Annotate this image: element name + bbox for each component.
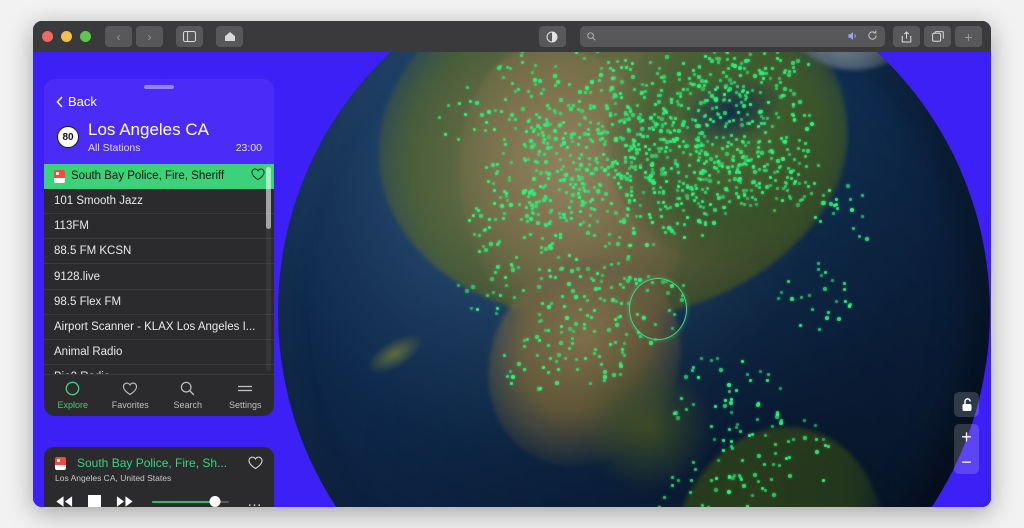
list-scrollbar-thumb[interactable] (266, 166, 271, 229)
chevron-left-icon (56, 96, 63, 107)
station-list-item[interactable]: Airport Scanner - KLAX Los Angeles I... (44, 315, 274, 340)
reader-contrast-icon[interactable] (538, 26, 566, 47)
new-tab-button[interactable]: + (955, 26, 982, 47)
unlock-icon[interactable] (954, 392, 979, 417)
station-list-panel: South Bay Police, Fire, Sheriff 101 Smoot… (44, 163, 274, 374)
rewind-button[interactable] (55, 495, 74, 507)
player-station-title: South Bay Police, Fire, Sh... (77, 456, 228, 470)
browser-titlebar: ‹ › + (33, 21, 991, 52)
player-panel: South Bay Police, Fire, Sh... Los Angele… (44, 447, 274, 507)
station-list[interactable]: South Bay Police, Fire, Sheriff 101 Smoot… (44, 163, 274, 374)
station-name: 88.5 FM KCSN (54, 245, 132, 258)
player-controls: … (55, 494, 263, 507)
station-name: 113FM (54, 220, 89, 233)
station-name: South Bay Police, Fire, Sheriff (71, 170, 225, 183)
station-list-item[interactable]: 9128.live (44, 264, 274, 290)
station-markers (278, 52, 990, 507)
tab-explore[interactable]: Explore (44, 380, 102, 410)
reload-icon[interactable] (867, 28, 878, 46)
search-icon (586, 32, 596, 41)
station-count-badge: 80 (57, 126, 79, 149)
close-window-button[interactable] (42, 31, 53, 42)
station-name: Bia2 Radio (54, 371, 265, 373)
share-icon[interactable] (893, 26, 920, 47)
station-list-item[interactable]: 113FM (44, 214, 274, 240)
station-list-item[interactable]: 98.5 Flex FM (44, 290, 274, 315)
sidebar-card: Back 80 Los Angeles CA All Stations 23:0… (44, 79, 274, 416)
globe[interactable] (278, 52, 990, 507)
tab-label: Favorites (111, 399, 149, 410)
tab-bar: Explore Favorites Search Settings (44, 373, 275, 416)
station-name: 9128.live (54, 270, 101, 283)
circle-icon (65, 380, 80, 398)
back-nav[interactable]: Back (44, 94, 274, 112)
list-scrollbar[interactable] (266, 166, 271, 371)
fast-forward-button[interactable] (115, 495, 134, 507)
home-icon[interactable] (216, 26, 243, 47)
location-subtitle: All Stations (88, 141, 141, 154)
speaker-mute-icon[interactable] (848, 28, 860, 46)
browser-window: ‹ › + + − Back 80 Los Angeles CA All Sta… (33, 21, 991, 507)
address-bar[interactable] (579, 26, 885, 47)
maximize-window-button[interactable] (80, 31, 91, 42)
map-controls: + − (954, 392, 979, 474)
page-title: Los Angeles CA (88, 120, 209, 139)
address-input[interactable] (595, 30, 848, 43)
sidebar-toggle-icon[interactable] (176, 26, 203, 47)
map-content: + − Back 80 Los Angeles CA All Stations … (33, 52, 991, 507)
station-name: Airport Scanner - KLAX Los Angeles I... (54, 320, 256, 333)
sidebar: Back 80 Los Angeles CA All Stations 23:0… (44, 79, 274, 416)
back-button[interactable]: ‹ (105, 26, 132, 47)
station-logo-icon (54, 169, 65, 183)
tab-label: Settings (228, 399, 262, 410)
station-list-item[interactable]: Animal Radio (44, 340, 274, 366)
location-selection-circle[interactable] (629, 278, 687, 340)
zoom-out-button[interactable]: − (954, 449, 979, 474)
location-header: 80 Los Angeles CA All Stations 23:00 (44, 112, 274, 164)
station-name: Animal Radio (54, 346, 123, 359)
station-list-item[interactable]: 88.5 FM KCSN (44, 239, 274, 265)
tab-label: Explore (57, 399, 88, 410)
station-name: 98.5 Flex FM (54, 295, 122, 308)
window-controls (42, 31, 91, 42)
stop-button[interactable] (88, 495, 101, 507)
tab-search[interactable]: Search (159, 380, 217, 410)
tab-settings[interactable]: Settings (217, 380, 275, 410)
tab-label: Search (173, 399, 203, 410)
tab-favorites[interactable]: Favorites (102, 380, 160, 410)
back-label: Back (68, 94, 97, 109)
search-icon (180, 380, 195, 398)
menu-lines-icon (237, 380, 253, 398)
favorite-heart-icon[interactable] (242, 456, 263, 475)
player-station-location: Los Angeles CA, United States (55, 473, 172, 483)
zoom-controls: + − (954, 424, 979, 474)
favorite-heart-icon[interactable] (251, 168, 265, 184)
minimize-window-button[interactable] (61, 31, 72, 42)
forward-button[interactable]: › (136, 26, 163, 47)
more-options-button[interactable]: … (247, 494, 263, 507)
heart-icon (122, 380, 138, 398)
station-logo-icon (55, 456, 66, 470)
sidebar-drag-handle[interactable] (44, 79, 274, 94)
zoom-in-button[interactable]: + (954, 424, 979, 449)
tab-overview-icon[interactable] (924, 26, 951, 47)
station-list-item[interactable]: Bia2 Radio (44, 365, 274, 373)
volume-slider[interactable] (152, 495, 229, 507)
station-list-item[interactable]: South Bay Police, Fire, Sheriff (44, 163, 274, 189)
station-name: 101 Smooth Jazz (54, 194, 143, 207)
local-time: 23:00 (235, 141, 262, 154)
station-list-item[interactable]: 101 Smooth Jazz (44, 189, 274, 215)
